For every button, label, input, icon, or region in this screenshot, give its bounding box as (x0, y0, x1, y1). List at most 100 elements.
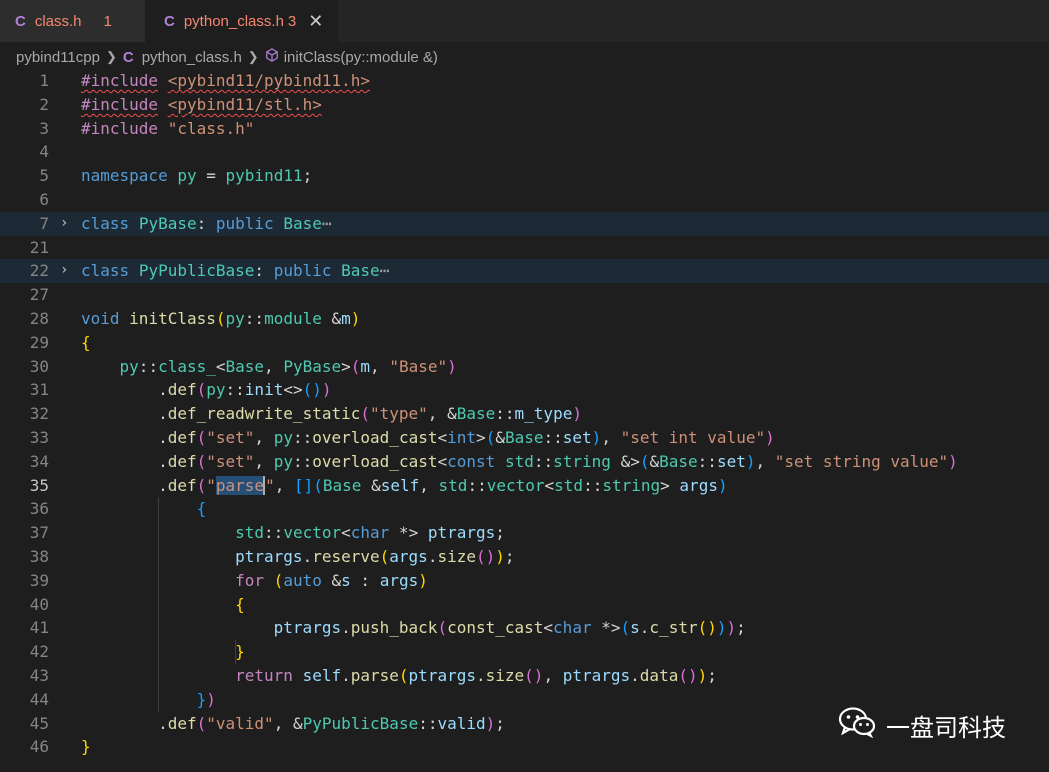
code-line[interactable]: 30 py::class_<Base, PyBase>(m, "Base") (0, 355, 1049, 379)
watermark: 一盘司科技 (838, 706, 1006, 745)
code-text: ptrargs.push_back(const_cast<char *>(s.c… (273, 618, 746, 638)
code-line[interactable]: 2 #include <pybind11/stl.h> (0, 93, 1049, 117)
code-text: namespace py = pybind11; (81, 166, 313, 186)
code-text: } (235, 642, 245, 662)
code-line[interactable]: 29 { (0, 331, 1049, 355)
code-line[interactable]: 6 (0, 188, 1049, 212)
tab-class-h[interactable]: C class.h 1 (0, 0, 145, 42)
code-text: .def("set", py::overload_cast<int>(&Base… (158, 427, 775, 447)
line-number: 30 (29, 356, 49, 376)
line-number: 36 (29, 499, 49, 519)
code-text: class PyPublicBase: public Base⋯ (81, 261, 390, 281)
line-number: 44 (29, 689, 49, 709)
tab-label: python_class.h (183, 12, 284, 30)
fold-chevron-icon[interactable]: › (60, 212, 68, 236)
line-number: 22 (29, 261, 49, 281)
folded-ellipsis-icon[interactable]: ⋯ (322, 214, 332, 233)
c-file-icon: C (164, 12, 175, 30)
line-number: 41 (29, 618, 49, 638)
line-number: 6 (39, 189, 49, 209)
code-text: #include "class.h" (81, 118, 255, 138)
folded-ellipsis-icon[interactable]: ⋯ (380, 261, 390, 280)
code-text: { (81, 332, 91, 352)
code-line[interactable]: 32 .def_readwrite_static("type", &Base::… (0, 402, 1049, 426)
code-line[interactable]: 34 .def("set", py::overload_cast<const s… (0, 450, 1049, 474)
method-icon (265, 48, 279, 66)
code-text: .def("valid", &PyPublicBase::valid); (158, 713, 505, 733)
code-line[interactable]: 3 #include "class.h" (0, 117, 1049, 141)
code-text: .def("set", py::overload_cast<const std:… (158, 451, 958, 471)
code-text: #include <pybind11/stl.h> (81, 94, 322, 114)
code-text: ptrargs.reserve(args.size()); (235, 546, 515, 566)
c-file-icon: C (15, 12, 26, 30)
indent-guide (157, 497, 159, 712)
line-number: 29 (29, 332, 49, 352)
wechat-icon (838, 706, 876, 745)
c-file-icon: C (122, 48, 134, 66)
line-number: 37 (29, 523, 49, 543)
code-text: } (81, 737, 91, 757)
breadcrumb-method[interactable]: initClass(py::module &) (284, 49, 438, 66)
problem-count-badge: 3 (287, 12, 297, 30)
line-number: 39 (29, 570, 49, 590)
line-number: 7 (39, 213, 49, 233)
line-number: 38 (29, 546, 49, 566)
line-number: 21 (29, 237, 49, 257)
fold-chevron-icon[interactable]: › (60, 259, 68, 283)
line-number: 3 (39, 118, 49, 138)
code-text: .def(py::init<>()) (158, 380, 332, 400)
line-number: 28 (29, 308, 49, 328)
code-line[interactable]: 31 .def(py::init<>()) (0, 378, 1049, 402)
line-number: 45 (29, 713, 49, 733)
code-text: for (auto &s : args) (235, 570, 428, 590)
breadcrumb-file[interactable]: python_class.h (142, 49, 242, 66)
code-line[interactable]: 1 #include <pybind11/pybind11.h> (0, 69, 1049, 93)
code-text: py::class_<Base, PyBase>(m, "Base") (119, 356, 457, 376)
code-text: .def("parse", [](Base &self, std::vector… (158, 475, 728, 495)
code-line[interactable]: 28 void initClass(py::module &m) (0, 307, 1049, 331)
chevron-right-icon: ❯ (105, 49, 117, 64)
breadcrumb-folder[interactable]: pybind11cpp (16, 49, 100, 66)
code-text: #include <pybind11/pybind11.h> (81, 71, 370, 90)
code-line[interactable]: 27 (0, 283, 1049, 307)
line-number: 27 (29, 285, 49, 305)
line-number: 43 (29, 665, 49, 685)
code-text: return self.parse(ptrargs.size(), ptrarg… (235, 665, 717, 685)
tab-bar: C class.h 1 C python_class.h 3 ✕ (0, 0, 1049, 42)
code-text: }) (196, 689, 216, 709)
code-line[interactable]: 35 .def("parse", [](Base &self, std::vec… (0, 474, 1049, 498)
problem-count-badge: 1 (103, 12, 112, 30)
line-number: 4 (39, 142, 49, 162)
code-text: std::vector<char *> ptrargs; (235, 523, 505, 543)
breadcrumb: pybind11cpp ❯ C python_class.h ❯ initCla… (0, 42, 1049, 72)
line-number: 35 (29, 475, 49, 495)
code-text: { (235, 594, 245, 614)
line-number: 42 (29, 642, 49, 662)
line-number: 33 (29, 427, 49, 447)
tab-python-class-h[interactable]: C python_class.h 3 ✕ (145, 0, 338, 42)
code-line[interactable]: 5 namespace py = pybind11; (0, 164, 1049, 188)
code-editor[interactable]: 1 #include <pybind11/pybind11.h> 2 #include… (0, 69, 1049, 759)
code-text: .def_readwrite_static("type", &Base::m_t… (158, 404, 582, 424)
code-text: void initClass(py::module &m) (81, 308, 361, 328)
line-number: 32 (29, 404, 49, 424)
code-line[interactable]: 4 (0, 140, 1049, 164)
code-line[interactable]: 7 › class PyBase: public Base⋯ (0, 211, 1049, 236)
line-number: 34 (29, 451, 49, 471)
line-number: 40 (29, 594, 49, 614)
line-number: 5 (39, 166, 49, 186)
line-number: 2 (39, 94, 49, 114)
chevron-right-icon: ❯ (247, 49, 259, 64)
line-number: 46 (29, 737, 49, 757)
close-icon[interactable]: ✕ (308, 11, 323, 32)
code-text: { (196, 499, 207, 519)
tab-label: class.h (34, 12, 82, 30)
code-line[interactable]: 22 › class PyPublicBase: public Base⋯ (0, 259, 1049, 284)
code-line[interactable]: 21 (0, 236, 1049, 260)
code-text: class PyBase: public Base⋯ (81, 213, 332, 233)
watermark-text: 一盘司科技 (886, 714, 1006, 742)
code-line[interactable]: 33 .def("set", py::overload_cast<int>(&B… (0, 426, 1049, 450)
line-number: 1 (39, 71, 49, 90)
line-number: 31 (29, 380, 49, 400)
indent-guide (234, 640, 236, 664)
